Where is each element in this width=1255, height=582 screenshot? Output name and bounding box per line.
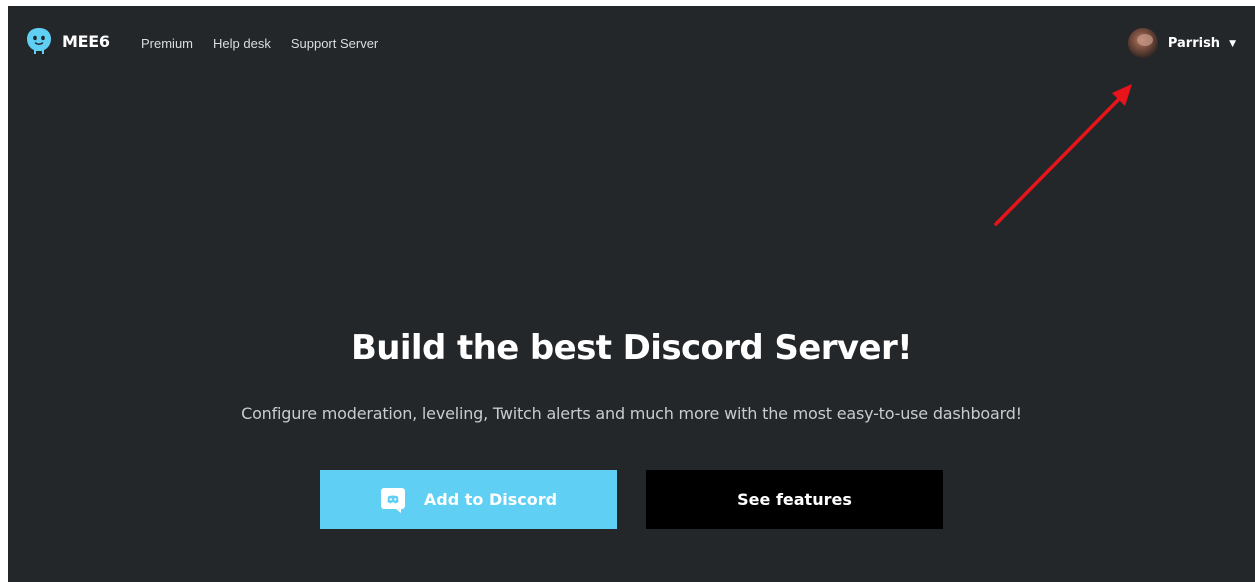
nav-premium-link[interactable]: Premium [141,36,193,51]
see-features-button[interactable]: See features [646,470,943,529]
mee6-mascot-icon [27,28,51,54]
add-to-discord-label: Add to Discord [423,490,558,509]
top-navigation-bar: MEE6 Premium Help desk Support Server Pa… [8,6,1255,76]
caret-down-icon: ▼ [1229,38,1236,49]
discord-icon [380,487,405,513]
hero-title: Build the best Discord Server! [350,328,913,368]
brand-name: MEE6 [62,31,110,51]
main-nav: Premium Help desk Support Server [141,36,378,51]
brand-logo-link[interactable]: MEE6 [26,27,110,55]
user-menu[interactable]: Parrish ▼ [1127,28,1236,58]
see-features-label: See features [737,490,852,509]
page-frame: MEE6 Premium Help desk Support Server Pa… [8,6,1255,582]
annotation-red-arrow [994,84,1132,226]
nav-support-server-link[interactable]: Support Server [291,36,378,51]
nav-help-desk-link[interactable]: Help desk [213,36,271,51]
add-to-discord-button[interactable]: Add to Discord [320,470,617,529]
user-avatar [1127,28,1158,58]
hero-subtitle: Configure moderation, leveling, Twitch a… [241,404,1022,423]
user-name: Parrish [1167,35,1221,51]
